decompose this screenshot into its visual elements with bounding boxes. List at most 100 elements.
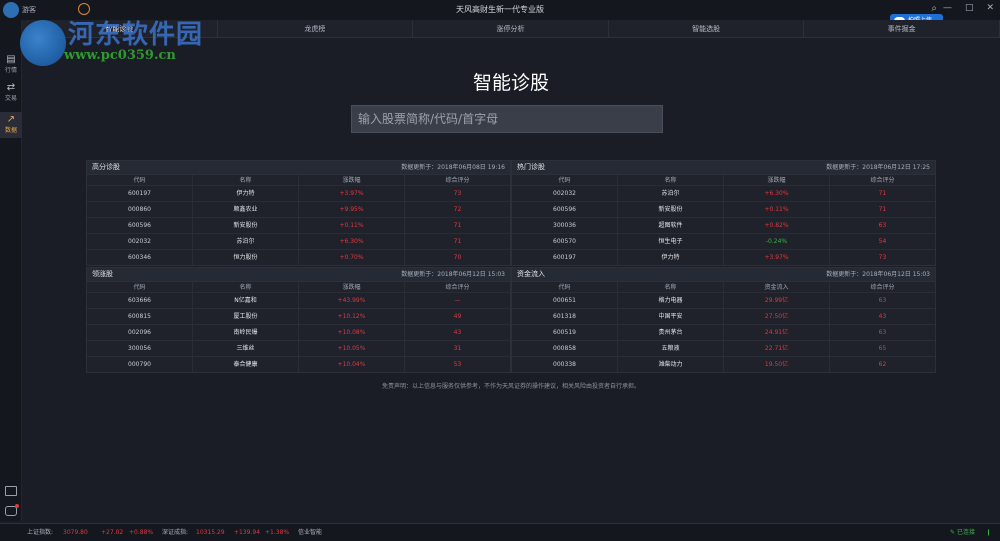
- panel-header: 领涨股 数据更新于：2018年06月12日 15:03: [87, 268, 510, 281]
- table-row[interactable]: 300036 超图软件 +0.82% 63: [512, 217, 935, 233]
- search-icon[interactable]: ⌕: [931, 3, 937, 14]
- table-row[interactable]: 600519 贵州茅台 24.91亿 63: [512, 324, 935, 340]
- connection-status[interactable]: ✎ 已连接: [950, 524, 975, 541]
- left-rail: ▤ 行情 ⇄ 交易 ↗ 数据: [0, 20, 22, 521]
- table-row[interactable]: 600570 恒生电子 -0.24% 54: [512, 233, 935, 249]
- table-row[interactable]: 600346 恒力股份 +0.70% 70: [87, 249, 510, 265]
- column-header[interactable]: 名称: [193, 282, 299, 292]
- column-header[interactable]: 涨跌幅: [299, 282, 405, 292]
- panel-leaders: 领涨股 数据更新于：2018年06月12日 15:03 代码 名称 涨跌幅 综合评分 603…: [86, 267, 511, 373]
- table-row[interactable]: 600197 伊力特 +3.97% 73: [512, 249, 935, 265]
- table-cell: 71: [878, 206, 887, 213]
- status-bar: 上证指数: 3079.80 +27.02 +0.88% 深证成指: 10315.…: [0, 523, 1000, 541]
- tab-smart-picking[interactable]: 智能选股: [609, 20, 805, 37]
- table-cell: 601318: [512, 309, 618, 324]
- close-button[interactable]: ✕: [986, 3, 994, 13]
- column-header[interactable]: 代码: [87, 175, 193, 185]
- panel-title: 热门诊股: [517, 163, 545, 171]
- window-controls: — □ ✕: [943, 3, 994, 13]
- minimize-button[interactable]: —: [943, 3, 952, 13]
- table-cell: 002032: [512, 186, 618, 201]
- table-cell: +10.05%: [299, 341, 405, 356]
- table-cell: 000651: [512, 293, 618, 308]
- account-status[interactable]: 信业智能: [298, 524, 322, 541]
- table-cell: +0.70%: [299, 250, 405, 265]
- table-row[interactable]: 600815 厦工股份 +10.12% 49: [87, 308, 510, 324]
- table-cell: 19.50亿: [724, 357, 830, 372]
- table-row[interactable]: 600596 新安股份 +0.11% 71: [512, 201, 935, 217]
- table-header: 代码 名称 涨跌幅 综合评分: [87, 174, 510, 185]
- table-cell: 苏泊尔: [618, 186, 724, 201]
- disclaimer: 免责声明：以上信息与服务仅供参考，不作为天风证券的操作建议，相关风险由投资者自行…: [381, 383, 640, 390]
- column-header[interactable]: 代码: [87, 282, 193, 292]
- table-cell: 002032: [87, 234, 193, 249]
- column-header[interactable]: 名称: [618, 175, 724, 185]
- table-header: 代码 名称 涨跌幅 综合评分: [87, 281, 510, 292]
- table-cell: 000790: [87, 357, 193, 372]
- column-header[interactable]: 涨跌幅: [299, 175, 405, 185]
- table-cell: 27.50亿: [724, 309, 830, 324]
- column-header[interactable]: 代码: [512, 282, 618, 292]
- table-cell: 43: [878, 313, 887, 320]
- table-cell: 62: [878, 361, 887, 368]
- rail-item-data[interactable]: ↗ 数据: [0, 112, 22, 138]
- tab-event-mining[interactable]: 事件掘金: [804, 20, 1000, 37]
- tab-limit-up-analysis[interactable]: 涨停分析: [413, 20, 609, 37]
- table-row[interactable]: 000860 顺鑫农业 +9.95% 72: [87, 201, 510, 217]
- table-cell: 53: [453, 361, 462, 368]
- panel-header: 高分诊股 数据更新于：2018年06月08日 19:16: [87, 161, 510, 174]
- tab-dragon-tiger[interactable]: 龙虎榜: [218, 20, 414, 37]
- table-row[interactable]: 002032 苏泊尔 +6.30% 71: [87, 233, 510, 249]
- watermark-logo-icon: [20, 20, 66, 66]
- column-header[interactable]: 资金流入: [724, 282, 830, 292]
- panel-update-time: 数据更新于：2018年06月12日 15:03: [826, 271, 930, 278]
- column-header[interactable]: 综合评分: [830, 282, 935, 292]
- sh-index-value: 3079.80: [63, 529, 88, 536]
- table-row[interactable]: 002096 南岭民爆 +10.08% 43: [87, 324, 510, 340]
- table-cell: 54: [878, 238, 887, 245]
- table-cell: 300056: [87, 341, 193, 356]
- table-row[interactable]: 603666 N亿嘉和 +43.99% —: [87, 292, 510, 308]
- sh-index-change: +27.02: [101, 529, 124, 536]
- connection-label: 已连接: [956, 529, 975, 536]
- table-row[interactable]: 600197 伊力特 +3.97% 73: [87, 185, 510, 201]
- column-header[interactable]: 名称: [618, 282, 724, 292]
- table-row[interactable]: 000790 泰合健康 +10.04% 53: [87, 356, 510, 372]
- column-header[interactable]: 代码: [512, 175, 618, 185]
- table-row[interactable]: 600596 新安股份 +0.11% 71: [87, 217, 510, 233]
- stock-search-input[interactable]: 输入股票简称/代码/首字母: [351, 105, 663, 133]
- panel-update-time: 数据更新于：2018年06月12日 15:03: [401, 271, 505, 278]
- column-header[interactable]: 涨跌幅: [724, 175, 830, 185]
- panel-header: 热门诊股 数据更新于：2018年06月12日 17:25: [512, 161, 935, 174]
- column-header[interactable]: 综合评分: [405, 175, 510, 185]
- table-cell: 600197: [87, 186, 193, 201]
- table-cell: 新安股份: [193, 218, 299, 233]
- table-cell: 600197: [512, 250, 618, 265]
- rail-item-label: 交易: [4, 95, 17, 102]
- table-cell: 伊力特: [193, 186, 299, 201]
- sz-index-change: +139.94: [234, 529, 261, 536]
- table-cell: 000860: [87, 202, 193, 217]
- table-row[interactable]: 300056 三维丝 +10.05% 31: [87, 340, 510, 356]
- table-cell: 新安股份: [618, 202, 724, 217]
- table-cell: 002096: [87, 325, 193, 340]
- panel-title: 高分诊股: [92, 163, 120, 171]
- table-cell: +10.08%: [299, 325, 405, 340]
- table-cell: 贵州茅台: [618, 325, 724, 340]
- table-row[interactable]: 000651 格力电器 29.99亿 63: [512, 292, 935, 308]
- store-icon[interactable]: [5, 486, 17, 496]
- table-cell: +9.95%: [299, 202, 405, 217]
- table-cell: 603666: [87, 293, 193, 308]
- table-cell: 600519: [512, 325, 618, 340]
- table-row[interactable]: 000338 潍柴动力 19.50亿 62: [512, 356, 935, 372]
- table-row[interactable]: 002032 苏泊尔 +6.30% 71: [512, 185, 935, 201]
- column-header[interactable]: 综合评分: [830, 175, 935, 185]
- table-cell: 31: [453, 345, 462, 352]
- table-row[interactable]: 000858 五粮液 22.71亿 65: [512, 340, 935, 356]
- maximize-button[interactable]: □: [965, 3, 974, 13]
- panel-header: 资金流入 数据更新于：2018年06月12日 15:03: [512, 268, 935, 281]
- table-cell: +0.11%: [299, 218, 405, 233]
- column-header[interactable]: 综合评分: [405, 282, 510, 292]
- table-row[interactable]: 601318 中国平安 27.50亿 43: [512, 308, 935, 324]
- column-header[interactable]: 名称: [193, 175, 299, 185]
